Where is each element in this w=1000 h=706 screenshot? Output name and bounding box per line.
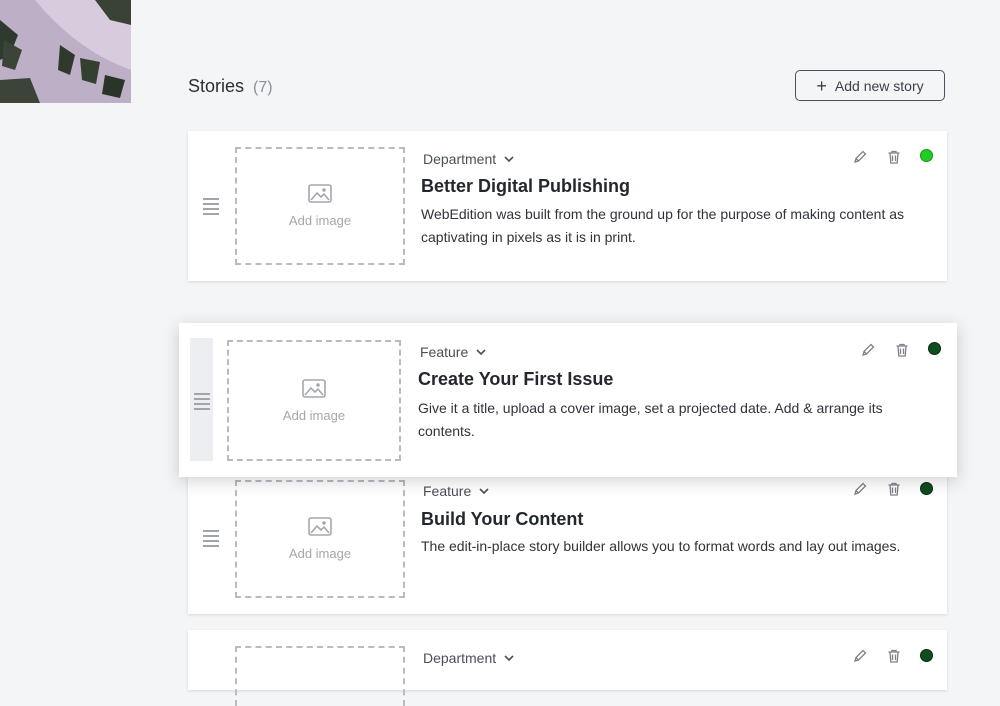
add-image-label: Add image bbox=[288, 546, 352, 561]
chevron-down-icon bbox=[504, 156, 514, 162]
image-icon bbox=[308, 517, 332, 536]
story-title[interactable]: Better Digital Publishing bbox=[421, 176, 630, 197]
status-indicator-draft bbox=[928, 342, 941, 355]
chevron-down-icon bbox=[504, 655, 514, 661]
story-card[interactable]: Add image Department Better Digital Publ… bbox=[188, 131, 947, 281]
trash-icon[interactable] bbox=[886, 648, 902, 664]
add-image-slot[interactable]: Add image bbox=[227, 340, 401, 461]
category-dropdown[interactable]: Department bbox=[423, 151, 514, 167]
category-label: Department bbox=[423, 650, 497, 666]
status-indicator-draft bbox=[920, 482, 933, 495]
story-summary[interactable]: The edit-in-place story builder allows y… bbox=[421, 535, 941, 558]
story-title[interactable]: Build Your Content bbox=[421, 509, 583, 530]
story-summary[interactable]: Give it a title, upload a cover image, s… bbox=[418, 397, 918, 443]
story-card[interactable]: Department bbox=[188, 630, 947, 706]
category-dropdown[interactable]: Department bbox=[423, 650, 514, 666]
category-label: Feature bbox=[423, 483, 472, 499]
image-icon bbox=[308, 184, 332, 203]
edit-pencil-icon[interactable] bbox=[852, 481, 868, 497]
stories-heading: Stories (7) bbox=[188, 76, 273, 97]
stories-title: Stories bbox=[188, 76, 245, 96]
add-image-label: Add image bbox=[288, 213, 352, 228]
story-title[interactable]: Create Your First Issue bbox=[418, 369, 613, 390]
issue-cover-image bbox=[0, 0, 131, 103]
drag-handle-icon[interactable] bbox=[203, 198, 219, 218]
chevron-down-icon bbox=[476, 349, 486, 355]
add-image-slot[interactable]: Add image bbox=[235, 480, 405, 598]
story-summary[interactable]: WebEdition was built from the ground up … bbox=[421, 203, 931, 249]
category-dropdown[interactable]: Feature bbox=[423, 483, 489, 499]
status-indicator-published bbox=[920, 149, 933, 162]
edit-pencil-icon[interactable] bbox=[852, 648, 868, 664]
chevron-down-icon bbox=[479, 488, 489, 494]
stories-count: (7) bbox=[253, 79, 273, 96]
drag-handle-icon[interactable] bbox=[203, 530, 219, 550]
add-new-story-label: Add new story bbox=[834, 77, 924, 94]
add-image-slot[interactable] bbox=[235, 646, 405, 706]
add-image-label: Add image bbox=[282, 407, 346, 423]
plus-icon: + bbox=[816, 75, 827, 96]
category-dropdown[interactable]: Feature bbox=[420, 344, 486, 360]
story-card-dragging[interactable]: Add image Feature Create Your First Issu… bbox=[179, 323, 957, 477]
drag-handle-icon[interactable] bbox=[194, 393, 210, 413]
category-label: Department bbox=[423, 151, 497, 167]
trash-icon[interactable] bbox=[894, 342, 910, 358]
add-image-slot[interactable]: Add image bbox=[235, 147, 405, 265]
trash-icon[interactable] bbox=[886, 481, 902, 497]
edit-pencil-icon[interactable] bbox=[852, 149, 868, 165]
edit-pencil-icon[interactable] bbox=[860, 342, 876, 358]
category-label: Feature bbox=[420, 344, 469, 360]
trash-icon[interactable] bbox=[886, 149, 902, 165]
image-icon bbox=[302, 378, 326, 398]
story-card[interactable]: Add image Feature Build Your Content The… bbox=[188, 470, 947, 614]
status-indicator-draft bbox=[920, 649, 933, 662]
add-new-story-button[interactable]: + Add new story bbox=[795, 70, 945, 101]
